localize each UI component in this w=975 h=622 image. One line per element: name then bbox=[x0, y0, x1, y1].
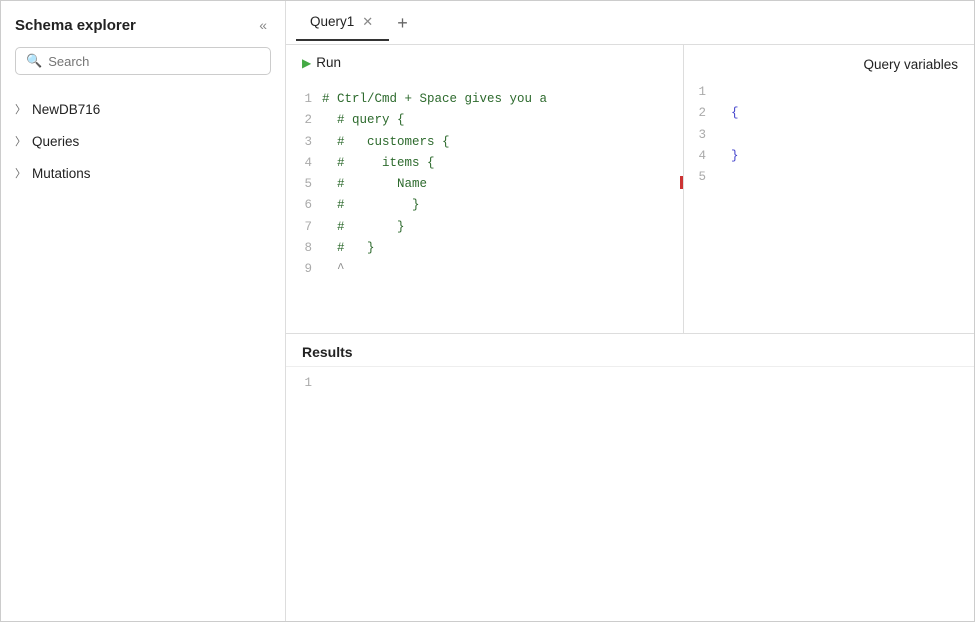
sidebar-nav: 〉 NewDB716 〉 Queries 〉 Mutations bbox=[1, 89, 285, 193]
search-icon: 🔍 bbox=[26, 53, 42, 69]
sidebar: Schema explorer « 🔍 〉 NewDB716 〉 Queries… bbox=[1, 1, 286, 621]
qv-code: { } bbox=[716, 82, 739, 188]
code-content[interactable]: # Ctrl/Cmd + Space gives you a # query {… bbox=[322, 89, 683, 329]
sidebar-item-mutations[interactable]: 〉 Mutations bbox=[1, 157, 285, 189]
sidebar-collapse-button[interactable]: « bbox=[255, 15, 271, 35]
code-editor[interactable]: 123456789 # Ctrl/Cmd + Space gives you a… bbox=[286, 45, 684, 333]
editor-section: ▶ Run 123456789 # Ctrl/Cmd + Space gives… bbox=[286, 45, 974, 334]
sidebar-item-queries[interactable]: 〉 Queries bbox=[1, 125, 285, 157]
sidebar-item-label: Mutations bbox=[32, 166, 91, 181]
tab-bar: Query1 ✕ + bbox=[286, 1, 974, 45]
sidebar-header: Schema explorer « bbox=[1, 15, 285, 47]
query-variables-header: Query variables bbox=[684, 45, 974, 82]
chevron-right-icon: 〉 bbox=[15, 133, 26, 149]
query-variables-panel: Query variables 12345 { } bbox=[684, 45, 974, 333]
run-label: Run bbox=[316, 55, 341, 70]
results-header: Results bbox=[286, 334, 974, 367]
sidebar-title: Schema explorer bbox=[15, 17, 136, 34]
sidebar-item-newdb716[interactable]: 〉 NewDB716 bbox=[1, 93, 285, 125]
line-numbers: 123456789 bbox=[286, 89, 322, 329]
results-body: 1 bbox=[286, 367, 974, 400]
toolbar: ▶ Run bbox=[296, 51, 347, 74]
tab-label: Query1 bbox=[310, 14, 354, 29]
search-container: 🔍 bbox=[1, 47, 285, 89]
qv-line-numbers: 12345 bbox=[692, 82, 716, 188]
tab-close-button[interactable]: ✕ bbox=[360, 15, 375, 28]
search-input[interactable] bbox=[48, 54, 260, 69]
sidebar-item-label: NewDB716 bbox=[32, 102, 100, 117]
query-variables-editor[interactable]: 12345 { } bbox=[684, 82, 974, 188]
search-wrapper: 🔍 bbox=[15, 47, 271, 75]
run-button[interactable]: ▶ Run bbox=[296, 51, 347, 74]
tab-add-button[interactable]: + bbox=[389, 10, 416, 36]
run-icon: ▶ bbox=[302, 56, 311, 70]
main-content: Query1 ✕ + ▶ Run 123456789 # Ctrl/Cmd + … bbox=[286, 1, 974, 621]
chevron-right-icon: 〉 bbox=[15, 165, 26, 181]
results-line-numbers: 1 bbox=[286, 373, 322, 394]
sidebar-item-label: Queries bbox=[32, 134, 79, 149]
editor-body: 123456789 # Ctrl/Cmd + Space gives you a… bbox=[286, 85, 683, 333]
tab-query1[interactable]: Query1 ✕ bbox=[296, 4, 389, 41]
chevron-right-icon: 〉 bbox=[15, 101, 26, 117]
results-section: Results 1 bbox=[286, 334, 974, 622]
